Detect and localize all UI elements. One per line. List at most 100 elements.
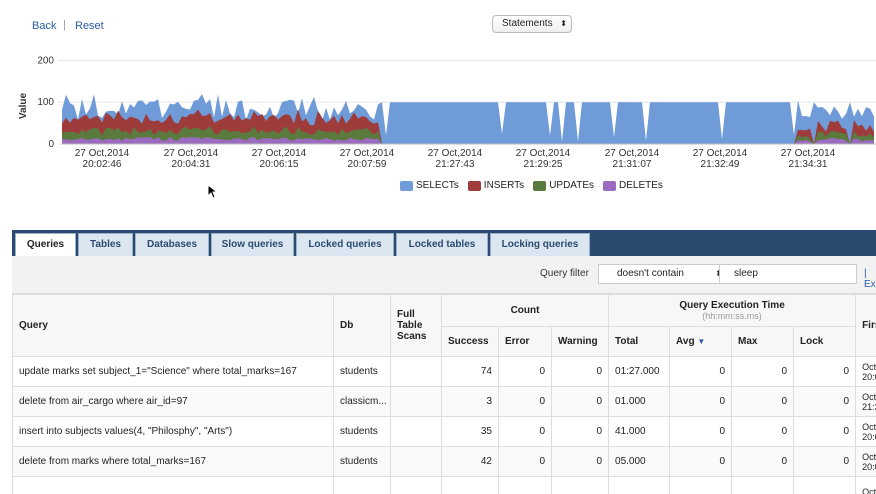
col-avg[interactable]: Avg ▼ <box>669 326 733 357</box>
col-group-count: Count <box>440 294 610 327</box>
export-link[interactable]: | Ex <box>864 268 876 290</box>
filter-mode-value: doesn't contain <box>617 268 684 279</box>
x-tick-date: 27 Oct,2014 <box>605 148 660 159</box>
x-tick-time: 20:02:46 <box>83 159 122 170</box>
tab-locking-queries[interactable]: Locking queries <box>490 233 590 256</box>
cell-avg: 0 <box>669 386 733 417</box>
col-db[interactable]: Db <box>333 294 391 357</box>
exec-time-unit: (hh:mm:ss.ms) <box>702 311 762 321</box>
col-max[interactable]: Max <box>731 326 795 357</box>
col-success[interactable]: Success <box>441 326 499 357</box>
table-row[interactable]: delete from air_cargo where air_id=97 cla… <box>12 386 876 417</box>
chart-legend: SELECTs INSERTs UPDATEs DELETEs <box>400 180 663 191</box>
cell-success: 35 <box>441 416 499 447</box>
link-separator: | <box>63 19 66 31</box>
cell-success <box>441 476 499 494</box>
filter-value-input[interactable]: sleep <box>719 264 857 284</box>
exec-time-title: Query Execution Time <box>679 300 785 311</box>
cell-query: insert into subjects values(4, "Philosph… <box>12 416 334 447</box>
legend-item[interactable]: UPDATEs <box>533 180 594 191</box>
cell-avg: 0 <box>669 416 733 447</box>
cell-full-table-scans <box>390 446 442 477</box>
statements-area-chart: 0100200 Value 27 Oct,201420:02:4627 Oct,… <box>18 55 876 170</box>
col-avg-label: Avg <box>676 336 695 347</box>
cell-error: 0 <box>498 416 552 447</box>
legend-item[interactable]: DELETEs <box>603 180 663 191</box>
cell-max: 0 <box>731 446 795 477</box>
cell-error: 0 <box>498 446 552 477</box>
cell-db: students <box>333 416 391 447</box>
cell-full-table-scans <box>390 476 442 494</box>
cell-total <box>608 476 671 494</box>
statements-dropdown-value: Statements <box>502 18 553 29</box>
cell-warning: 0 <box>550 386 610 417</box>
cell-query <box>12 476 334 494</box>
table-row[interactable]: insert into subjects values(4, "Philosph… <box>12 416 876 447</box>
legend-label: SELECTs <box>416 180 459 191</box>
cell-error: 0 <box>498 386 552 417</box>
x-tick-date: 27 Oct,2014 <box>516 148 571 159</box>
tab-queries[interactable]: Queries <box>15 233 76 256</box>
cell-first: Oct 2 20:0 <box>855 446 876 477</box>
x-tick-time: 21:29:25 <box>524 159 563 170</box>
table-row[interactable]: delete from marks where total_marks=167 s… <box>12 446 876 477</box>
back-link[interactable]: Back <box>32 20 56 32</box>
x-tick-time: 20:04:31 <box>172 159 211 170</box>
cell-db: classicm... <box>333 386 391 417</box>
tab-locked-queries[interactable]: Locked queries <box>296 233 394 256</box>
legend-item[interactable]: SELECTs <box>400 180 459 191</box>
col-first[interactable]: First <box>855 294 876 357</box>
col-total[interactable]: Total <box>608 326 671 357</box>
sort-desc-icon: ▼ <box>697 337 706 346</box>
col-full-table-scans[interactable]: Full Table Scans <box>390 294 442 357</box>
legend-item[interactable]: INSERTs <box>467 180 525 191</box>
cell-warning: 0 <box>550 356 610 387</box>
x-tick-time: 21:34:31 <box>789 159 828 170</box>
x-tick-date: 27 Oct,2014 <box>428 148 483 159</box>
legend-swatch <box>603 180 617 191</box>
cell-avg: 0 <box>669 356 733 387</box>
cell-total: 05.000 <box>608 446 671 477</box>
x-tick-time: 21:31:07 <box>613 159 652 170</box>
statements-dropdown[interactable]: Statements ⬍ <box>492 15 572 33</box>
legend-label: INSERTs <box>483 180 525 191</box>
x-tick-date: 27 Oct,2014 <box>693 148 748 159</box>
legend-swatch <box>400 180 413 191</box>
cell-total: 01:27.000 <box>608 356 671 387</box>
filter-mode-select[interactable]: doesn't contain ⬍ <box>598 264 728 284</box>
col-error[interactable]: Error <box>498 326 552 357</box>
tab-bar: Queries Tables Databases Slow queries Lo… <box>12 230 876 256</box>
cell-db <box>333 476 391 494</box>
cell-lock: 0 <box>793 356 857 387</box>
cell-avg <box>669 476 733 494</box>
cell-max: 0 <box>731 386 795 417</box>
x-tick-time: 21:27:43 <box>436 159 475 170</box>
table-row[interactable]: Oct 2 <box>12 476 876 494</box>
updown-arrow-icon: ⬍ <box>560 19 567 28</box>
table-row[interactable]: update marks set subject_1="Science" whe… <box>12 356 876 387</box>
y-tick-label: 100 <box>37 97 54 108</box>
cell-success: 3 <box>441 386 499 417</box>
col-group-exec-time: Query Execution Time (hh:mm:ss.ms) <box>608 294 857 327</box>
cell-lock <box>793 476 857 494</box>
tab-tables[interactable]: Tables <box>78 233 133 256</box>
cell-success: 74 <box>441 356 499 387</box>
cell-first: Oct 2 21:3 <box>855 386 876 417</box>
col-query[interactable]: Query <box>12 294 334 357</box>
x-tick-time: 20:07:59 <box>348 159 387 170</box>
cell-warning: 0 <box>550 416 610 447</box>
cell-warning: 0 <box>550 446 610 477</box>
col-lock[interactable]: Lock <box>793 326 857 357</box>
cell-total: 41.000 <box>608 416 671 447</box>
reset-link[interactable]: Reset <box>75 20 104 32</box>
cell-max: 0 <box>731 416 795 447</box>
cell-lock: 0 <box>793 416 857 447</box>
col-warning[interactable]: Warning <box>550 326 610 357</box>
cell-first: Oct 2 20:0 <box>855 416 876 447</box>
tab-slow-queries[interactable]: Slow queries <box>211 233 294 256</box>
tab-locked-tables[interactable]: Locked tables <box>396 233 488 256</box>
cell-first: Oct 2 <box>855 476 876 494</box>
cell-total: 01.000 <box>608 386 671 417</box>
filter-bar: Query filter doesn't contain ⬍ sleep | E… <box>12 256 876 294</box>
tab-databases[interactable]: Databases <box>135 233 209 256</box>
